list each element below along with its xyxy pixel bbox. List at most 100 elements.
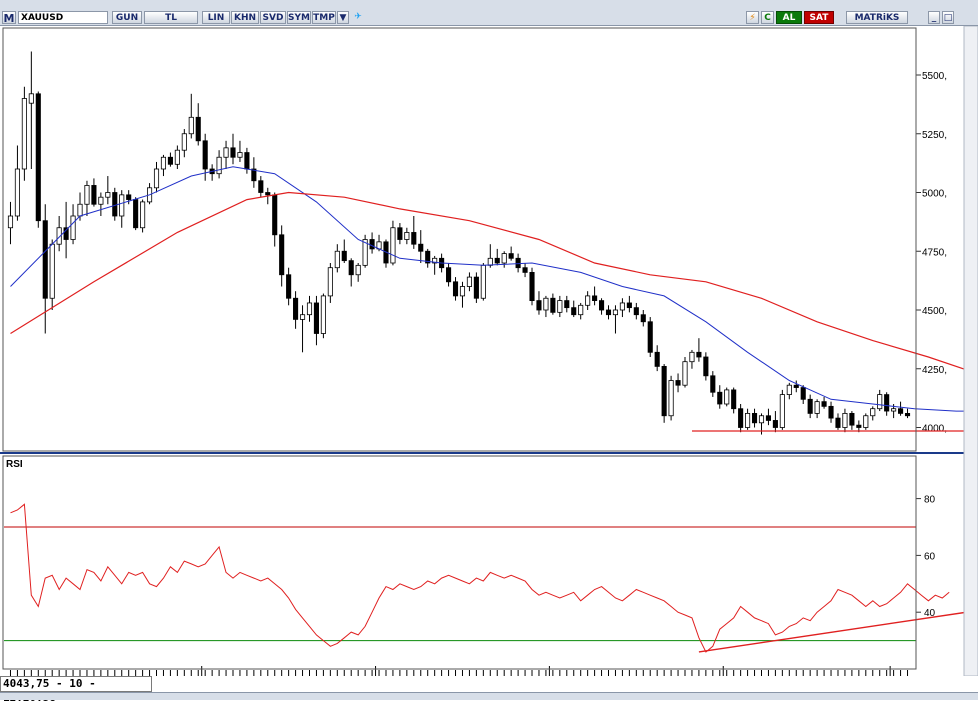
- candle-body: [217, 157, 221, 173]
- candle-body: [690, 352, 694, 361]
- candle-body: [745, 413, 749, 427]
- candle: [530, 268, 534, 306]
- candle-body: [453, 282, 457, 296]
- price-tick-label: 4750,: [922, 247, 947, 258]
- candle-body: [843, 413, 847, 427]
- candle-body: [773, 420, 777, 427]
- bottom-scrollbar[interactable]: [0, 692, 978, 700]
- flash-icon[interactable]: ⚡: [746, 11, 759, 24]
- candle: [648, 317, 652, 357]
- toolbar-button-khn[interactable]: KHN: [231, 11, 259, 24]
- chart-canvas[interactable]: 4000,4250,4500,4750,5000,5250,5500, RSI4…: [0, 26, 978, 676]
- candle-body: [648, 322, 652, 353]
- candle-body: [565, 301, 569, 308]
- candle-body: [273, 195, 277, 235]
- candle-body: [488, 258, 492, 265]
- refresh-icon[interactable]: C: [761, 11, 774, 24]
- candle-body: [592, 296, 596, 301]
- symbol-field[interactable]: XAUUSD: [18, 11, 108, 24]
- candle-body: [509, 254, 513, 259]
- candle-body: [245, 153, 249, 169]
- candle-body: [328, 268, 332, 296]
- candle: [113, 188, 117, 221]
- window-restore-icon[interactable]: □: [942, 11, 954, 24]
- candle-body: [224, 148, 228, 157]
- candle-body: [391, 228, 395, 263]
- candle-body: [662, 366, 666, 415]
- candle-body: [891, 409, 895, 411]
- candle-body: [15, 169, 19, 216]
- candle-body: [314, 303, 318, 334]
- candle-body: [321, 296, 325, 334]
- candle-body: [50, 244, 54, 298]
- candle-body: [259, 181, 263, 193]
- candle-body: [238, 153, 242, 158]
- candle-body: [822, 402, 826, 407]
- candle-body: [711, 376, 715, 392]
- candle-body: [22, 99, 26, 170]
- dropdown-arrow-icon[interactable]: ▼: [337, 11, 349, 24]
- candle-body: [676, 381, 680, 386]
- buy-button[interactable]: AL: [776, 11, 802, 24]
- candle-body: [641, 315, 645, 322]
- toolbar-button-tl[interactable]: TL: [144, 11, 198, 24]
- candle-body: [606, 310, 610, 315]
- candle: [391, 221, 395, 266]
- candle-body: [613, 310, 617, 315]
- candle: [780, 390, 784, 430]
- candle-body: [495, 258, 499, 263]
- candle-body: [850, 413, 854, 425]
- candle-body: [836, 418, 840, 427]
- candle-body: [523, 268, 527, 273]
- candle-body: [516, 258, 520, 267]
- candle-body: [669, 381, 673, 416]
- candle-body: [85, 185, 89, 204]
- toolbar-button-svd[interactable]: SVD: [260, 11, 286, 24]
- sell-button[interactable]: SAT: [804, 11, 834, 24]
- candle: [321, 294, 325, 339]
- candle-body: [446, 268, 450, 282]
- toolbar-button-sym[interactable]: SYM: [287, 11, 311, 24]
- candle-body: [829, 406, 833, 418]
- candle-body: [106, 193, 110, 198]
- candle-body: [342, 251, 346, 260]
- candle-body: [203, 141, 207, 169]
- toolbar-button-lin[interactable]: LIN: [202, 11, 230, 24]
- candle: [683, 357, 687, 388]
- candle-body: [627, 303, 631, 308]
- candle-body: [579, 305, 583, 314]
- toolbar-button-tmp[interactable]: TMP: [312, 11, 336, 24]
- candle-body: [474, 277, 478, 298]
- candle-body: [704, 357, 708, 376]
- candle-body: [683, 362, 687, 386]
- candle-body: [293, 298, 297, 319]
- twitter-icon[interactable]: ✈: [352, 11, 364, 24]
- window-minimize-icon[interactable]: _: [928, 11, 940, 24]
- candle-body: [182, 134, 186, 150]
- candle-body: [585, 296, 589, 305]
- candle-body: [29, 94, 33, 103]
- candle-body: [558, 301, 562, 313]
- candle: [864, 413, 868, 429]
- candle-body: [349, 261, 353, 275]
- candle: [662, 364, 666, 423]
- candle-body: [481, 265, 485, 298]
- candle-body: [467, 277, 471, 286]
- candle-body: [92, 185, 96, 204]
- logo-button[interactable]: M: [2, 11, 16, 24]
- candle-body: [113, 193, 117, 217]
- candle-body: [878, 395, 882, 409]
- price-tick-label: 4000,: [922, 424, 947, 435]
- candle-body: [634, 308, 638, 315]
- toolbar-button-gun[interactable]: GUN: [112, 11, 142, 24]
- candle-body: [133, 200, 137, 228]
- toolbar: M XAUUSD GUN TL LIN KHN SVD SYM TMP ▼ ✈ …: [0, 0, 978, 26]
- candle-body: [530, 272, 534, 300]
- candle: [133, 197, 137, 230]
- candle-body: [544, 298, 548, 310]
- candle-body: [738, 409, 742, 428]
- candle-body: [405, 232, 409, 239]
- price-tick-label: 4500,: [922, 306, 947, 317]
- candle-body: [168, 157, 172, 164]
- candle-body: [815, 402, 819, 414]
